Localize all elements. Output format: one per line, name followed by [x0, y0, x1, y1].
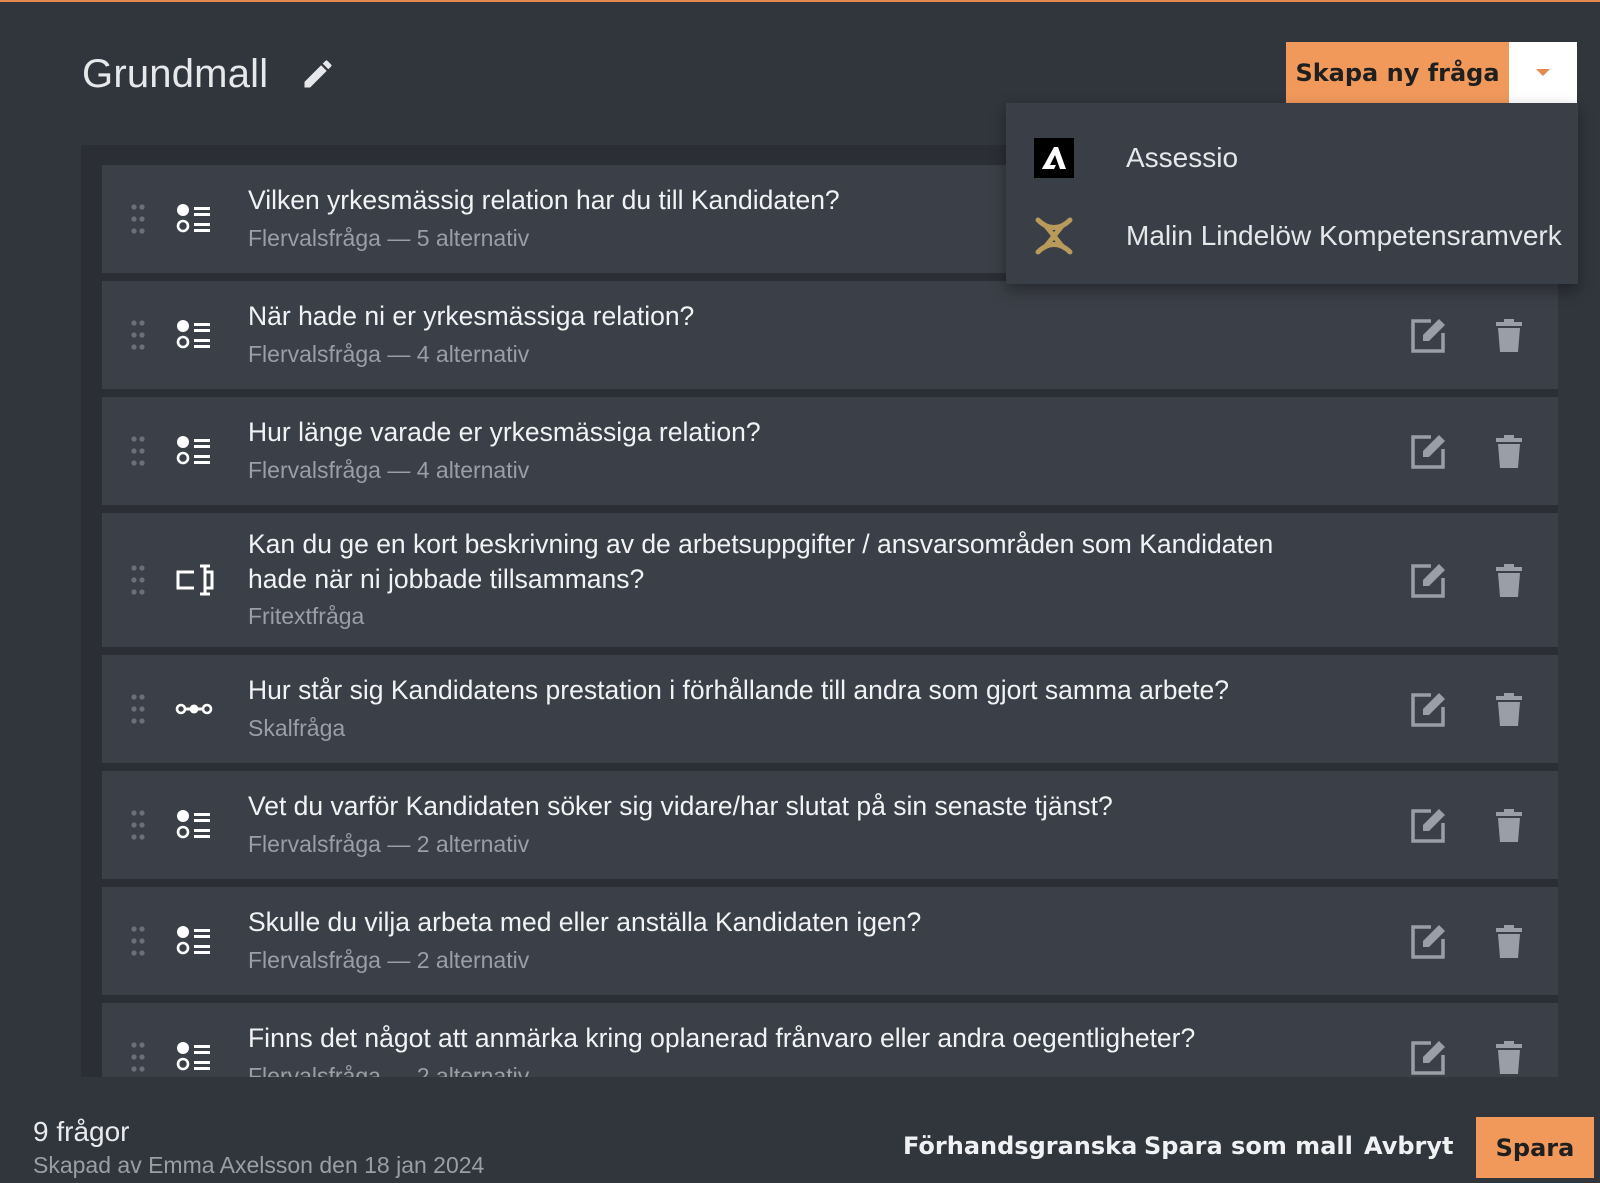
- question-row[interactable]: Kan du ge en kort beskrivning av de arbe…: [102, 513, 1558, 647]
- question-subtitle: Flervalsfråga — 4 alternativ: [248, 341, 530, 367]
- drag-handle-icon[interactable]: [130, 564, 146, 596]
- edit-icon[interactable]: [1407, 315, 1449, 357]
- create-question-button[interactable]: Skapa ny fråga: [1286, 42, 1509, 103]
- drag-handle-icon[interactable]: [130, 203, 146, 235]
- list-icon: [176, 320, 210, 349]
- dropdown-item-label: Assessio: [1126, 142, 1239, 173]
- question-title: Hur står sig Kandidatens prestation i fö…: [248, 675, 1230, 705]
- list-icon: [176, 1042, 210, 1071]
- trash-icon[interactable]: [1494, 925, 1524, 959]
- question-subtitle: Flervalsfråga — 5 alternativ: [248, 225, 530, 251]
- edit-icon[interactable]: [1407, 560, 1449, 602]
- dropdown-item-assessio[interactable]: Assessio: [1006, 119, 1578, 197]
- save-button[interactable]: Spara: [1476, 1117, 1594, 1178]
- question-title: Finns det något att anmärka kring oplane…: [248, 1023, 1196, 1053]
- cancel-button[interactable]: Avbryt: [1364, 1132, 1454, 1160]
- question-row[interactable]: Finns det något att anmärka kring oplane…: [102, 1003, 1558, 1077]
- scale-icon: [175, 703, 213, 715]
- edit-icon[interactable]: [1407, 921, 1449, 963]
- trash-icon[interactable]: [1494, 435, 1524, 469]
- question-row[interactable]: När hade ni er yrkesmässiga relation? Fl…: [102, 281, 1558, 389]
- trash-icon[interactable]: [1494, 809, 1524, 843]
- question-row[interactable]: Hur står sig Kandidatens prestation i fö…: [102, 655, 1558, 763]
- dropdown-item-malin-lindelow[interactable]: Malin Lindelöw Kompetensramverk: [1006, 197, 1578, 275]
- created-by-text: Skapad av Emma Axelsson den 18 jan 2024: [33, 1152, 485, 1178]
- create-question-dropdown-menu: Assessio Malin Lindelöw Kompetensramverk: [1006, 103, 1578, 284]
- question-title: Skulle du vilja arbeta med eller anställ…: [248, 907, 922, 937]
- question-title: När hade ni er yrkesmässiga relation?: [248, 301, 695, 331]
- top-accent-line: [0, 0, 1600, 2]
- drag-handle-icon[interactable]: [130, 693, 146, 725]
- question-title: Kan du ge en kort beskrivning av de arbe…: [248, 529, 1274, 594]
- question-subtitle: Flervalsfråga — 4 alternativ: [248, 457, 530, 483]
- trash-icon[interactable]: [1494, 1041, 1524, 1075]
- question-subtitle: Fritextfråga: [248, 603, 365, 629]
- trash-icon[interactable]: [1494, 319, 1524, 353]
- drag-handle-icon[interactable]: [130, 809, 146, 841]
- page-title: Grundmall: [82, 52, 269, 96]
- list-icon: [176, 810, 210, 839]
- create-dropdown-toggle[interactable]: [1509, 42, 1577, 103]
- caret-down-icon: [1536, 69, 1550, 76]
- question-title: Hur länge varade er yrkesmässiga relatio…: [248, 417, 761, 447]
- preview-button[interactable]: Förhandsgranska: [903, 1132, 1137, 1160]
- list-icon: [176, 436, 210, 465]
- question-row[interactable]: Skulle du vilja arbeta med eller anställ…: [102, 887, 1558, 995]
- assessio-logo-icon: [1034, 138, 1074, 178]
- text-field-icon: [176, 564, 214, 596]
- question-subtitle: Flervalsfråga — 2 alternativ: [248, 831, 530, 857]
- question-title: Vet du varför Kandidaten söker sig vidar…: [248, 791, 1113, 821]
- trash-icon[interactable]: [1494, 564, 1524, 598]
- edit-icon[interactable]: [1407, 431, 1449, 473]
- save-as-template-button[interactable]: Spara som mall: [1144, 1132, 1353, 1160]
- list-icon: [176, 926, 210, 955]
- drag-handle-icon[interactable]: [130, 1041, 146, 1073]
- question-row[interactable]: Vet du varför Kandidaten söker sig vidar…: [102, 771, 1558, 879]
- question-subtitle: Skalfråga: [248, 715, 346, 741]
- edit-icon[interactable]: [1407, 805, 1449, 847]
- drag-handle-icon[interactable]: [130, 925, 146, 957]
- trash-icon[interactable]: [1494, 693, 1524, 727]
- malin-lindelow-logo-icon: [1035, 217, 1073, 255]
- drag-handle-icon[interactable]: [130, 319, 146, 351]
- question-subtitle: Flervalsfråga — 2 alternativ: [248, 947, 530, 973]
- list-icon: [176, 204, 210, 233]
- question-list: Vilken yrkesmässig relation har du till …: [81, 145, 1558, 1077]
- drag-handle-icon[interactable]: [130, 435, 146, 467]
- edit-icon[interactable]: [1407, 1037, 1449, 1077]
- edit-icon[interactable]: [1407, 689, 1449, 731]
- question-count: 9 frågor: [33, 1116, 130, 1147]
- dropdown-item-label: Malin Lindelöw Kompetensramverk: [1126, 220, 1562, 251]
- question-subtitle: Flervalsfråga — 2 alternativ: [248, 1063, 530, 1077]
- pencil-icon[interactable]: [300, 56, 336, 92]
- create-question-split-button: Skapa ny fråga: [1286, 42, 1577, 103]
- question-row[interactable]: Hur länge varade er yrkesmässiga relatio…: [102, 397, 1558, 505]
